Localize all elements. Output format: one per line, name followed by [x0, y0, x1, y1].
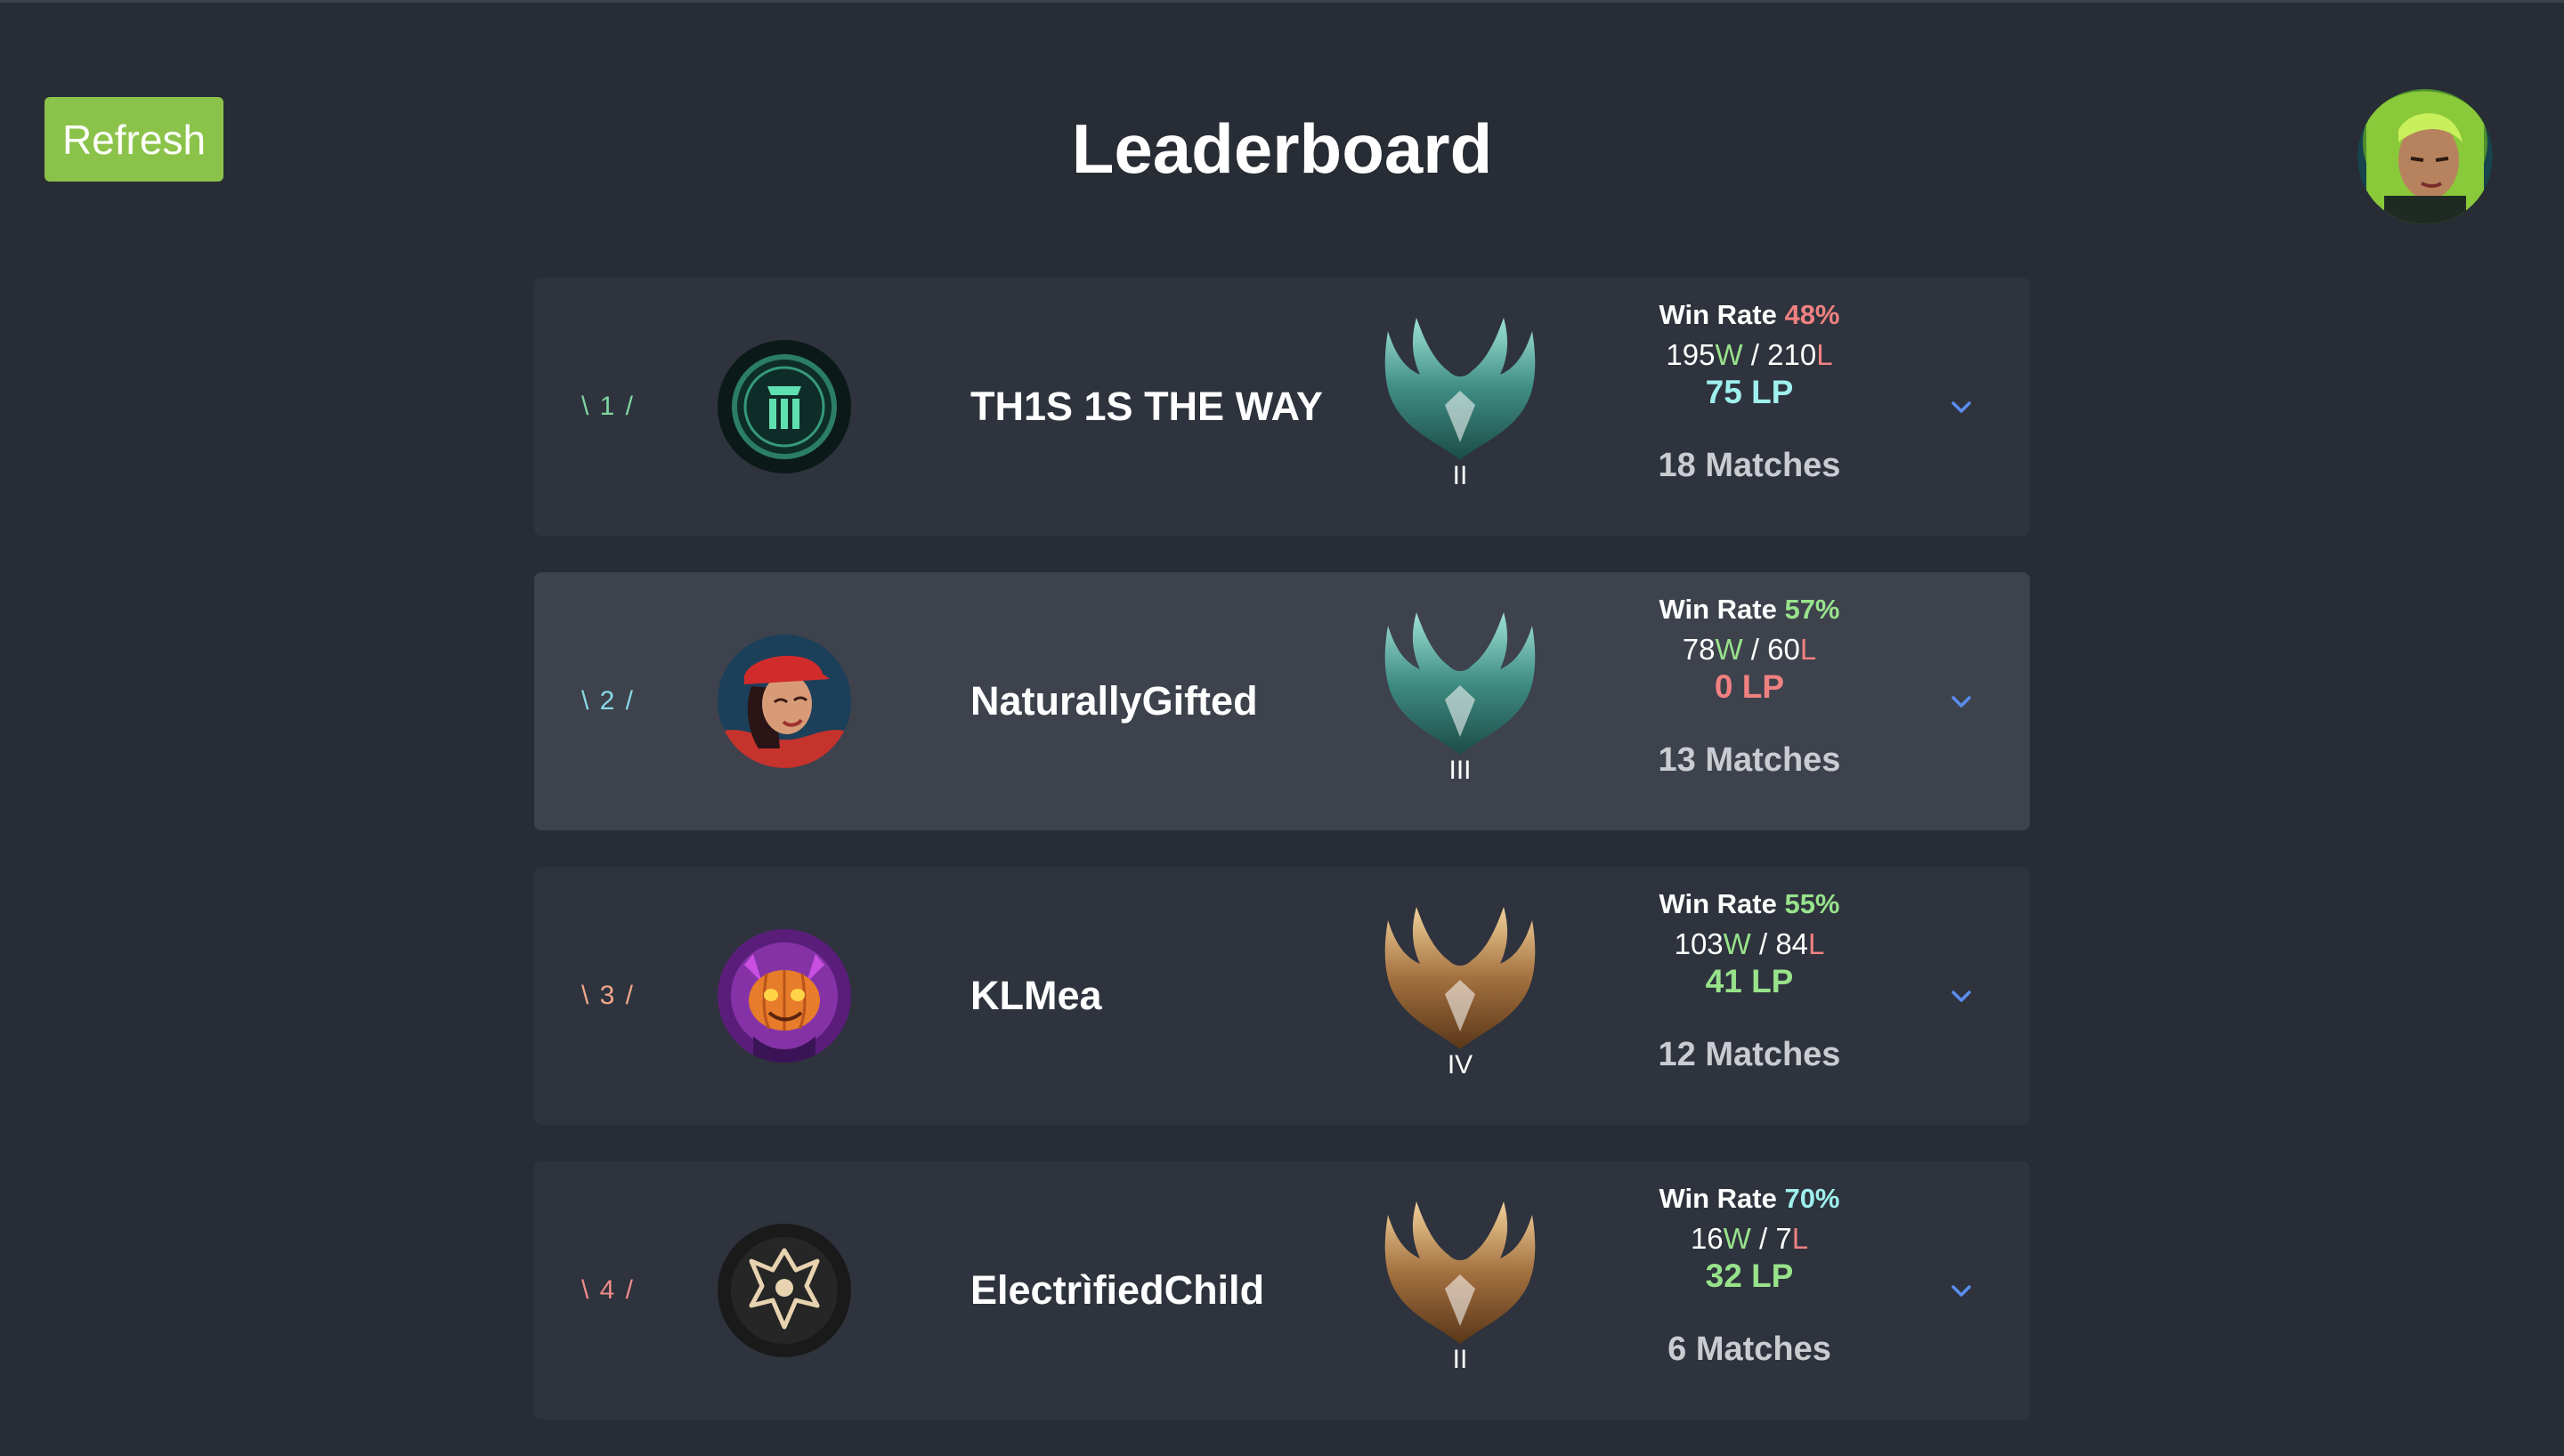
tier-division: II: [1452, 1345, 1468, 1374]
green-hair-champion-avatar-icon: [2357, 89, 2493, 224]
rank-label: \ 1 /: [580, 392, 636, 421]
emerald-emblem-icon: [1375, 603, 1545, 755]
win-rate: Win Rate 55%: [1659, 888, 1840, 919]
player-avatar: [718, 1224, 851, 1357]
player-avatar: [718, 635, 851, 768]
chevron-down-icon[interactable]: [1946, 393, 1976, 420]
page-title: Leaderboard: [1071, 109, 1493, 188]
worlds-trophy-avatar-icon: [718, 1224, 851, 1357]
leaderboard-row[interactable]: \ 1 / TH1S 1S THE WAY II Win Rate 48% 19…: [534, 278, 2030, 536]
rank-label: \ 4 /: [580, 1275, 636, 1305]
chevron-down-icon[interactable]: [1946, 1277, 1976, 1304]
match-count: 12 Matches: [1658, 1036, 1841, 1073]
rank-label: \ 2 /: [580, 686, 636, 716]
match-count: 18 Matches: [1658, 447, 1841, 484]
player-name: KLMea: [970, 973, 1102, 1018]
player-avatar: [718, 340, 851, 473]
leaderboard-row[interactable]: \ 4 / ElectrìfiedChild II Win Rate 70% 1…: [534, 1161, 2030, 1420]
player-stats: Win Rate 55% 103W / 84L 41 LP 12 Matches: [1602, 883, 1896, 1074]
player-avatar: [718, 929, 851, 1063]
league-points: 41 LP: [1705, 963, 1794, 999]
leaderboard: \ 1 / TH1S 1S THE WAY II Win Rate 48% 19…: [534, 278, 2030, 1456]
league-points: 32 LP: [1705, 1258, 1794, 1294]
gold-emblem-icon: [1375, 898, 1545, 1049]
win-loss-record: 16W / 7L: [1690, 1222, 1809, 1255]
win-rate: Win Rate 57%: [1659, 594, 1840, 625]
player-stats: Win Rate 57% 78W / 60L 0 LP 13 Matches: [1602, 588, 1896, 780]
leaderboard-row[interactable]: \ 3 / KLMea IV Win Rate 55% 103W / 84L 4…: [534, 867, 2030, 1125]
league-points: 0 LP: [1714, 668, 1785, 705]
emerald-emblem-icon: [1375, 309, 1545, 460]
win-loss-record: 78W / 60L: [1682, 633, 1817, 666]
player-name: TH1S 1S THE WAY: [970, 384, 1323, 429]
match-count: 13 Matches: [1658, 741, 1841, 779]
red-cap-champion-avatar-icon: [718, 635, 851, 768]
gold-emblem-icon: [1375, 1193, 1545, 1344]
chevron-down-icon[interactable]: [1946, 983, 1976, 1009]
emerald-crest-avatar-icon: [718, 340, 851, 473]
user-avatar[interactable]: [2357, 89, 2493, 224]
rank-label: \ 3 /: [580, 981, 636, 1010]
tier-division: IV: [1447, 1050, 1473, 1080]
league-points: 75 LP: [1705, 374, 1794, 410]
tier-division: III: [1448, 756, 1472, 785]
player-stats: Win Rate 70% 16W / 7L 32 LP 6 Matches: [1602, 1177, 1896, 1369]
win-loss-record: 103W / 84L: [1674, 927, 1825, 960]
player-stats: Win Rate 48% 195W / 210L 75 LP 18 Matche…: [1602, 294, 1896, 485]
top-border: [0, 0, 2564, 3]
tier-division: II: [1452, 461, 1468, 490]
player-name: NaturallyGifted: [970, 678, 1258, 724]
win-loss-record: 195W / 210L: [1666, 338, 1833, 371]
player-name: ElectrìfiedChild: [970, 1267, 1265, 1313]
win-rate: Win Rate 48%: [1659, 299, 1840, 330]
match-count: 6 Matches: [1667, 1331, 1831, 1368]
leaderboard-row[interactable]: \ 2 / NaturallyGifted III Win Rate 57% 7…: [534, 572, 2030, 830]
pumpkin-avatar-icon: [718, 929, 851, 1063]
chevron-down-icon[interactable]: [1946, 688, 1976, 715]
win-rate: Win Rate 70%: [1659, 1183, 1840, 1214]
